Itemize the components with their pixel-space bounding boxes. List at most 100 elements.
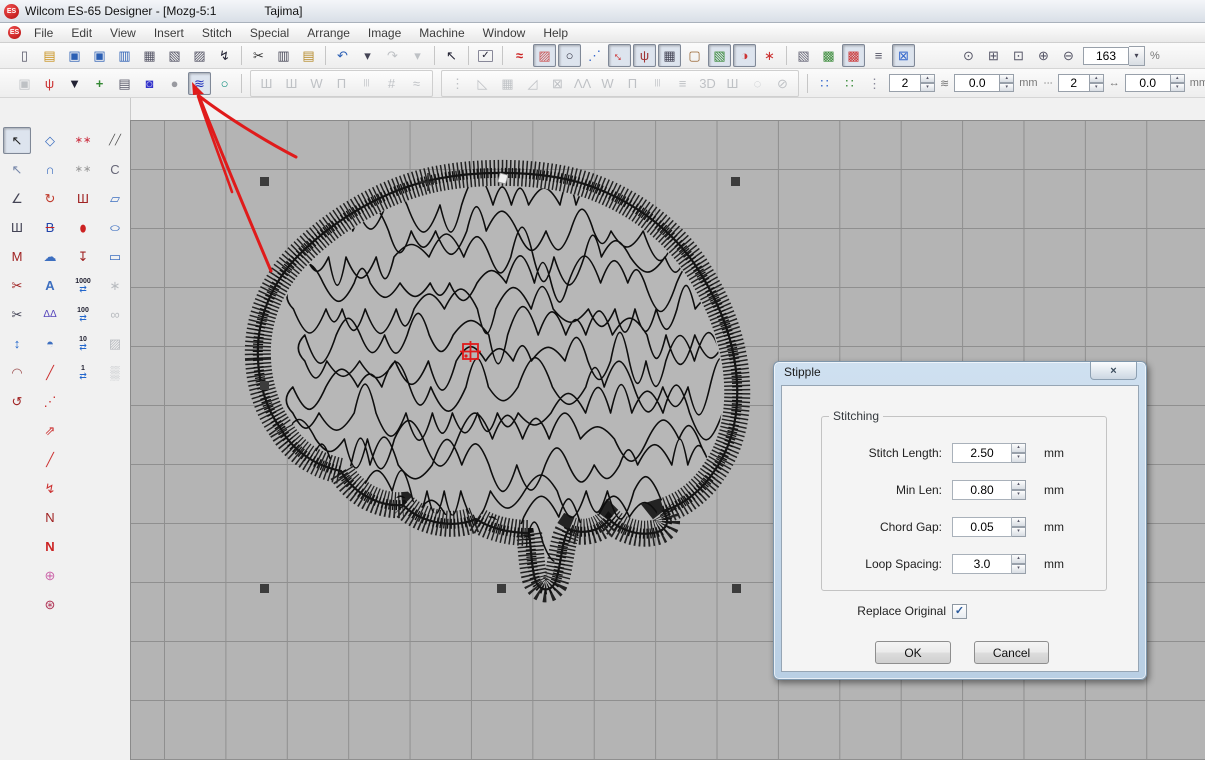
graded-arrow-button[interactable]: ↔ (608, 44, 631, 67)
loop-spacing-input[interactable] (952, 554, 1012, 574)
stitch-spacing-input[interactable]: ▴▾ (954, 74, 1014, 92)
fill-hatch-button[interactable]: ▨ (533, 44, 556, 67)
stem-stitch-tool[interactable]: ╱ (36, 446, 64, 473)
close-icon[interactable]: × (1090, 362, 1137, 380)
add-node-button[interactable]: + (88, 72, 111, 95)
density-button[interactable]: ≡ (867, 44, 890, 67)
open-path-digitize-tool[interactable]: ∠ (3, 185, 31, 212)
lettering-off-tool[interactable]: B (36, 214, 64, 241)
repeat-count-input[interactable]: ▴▾ (1058, 74, 1104, 92)
stitch-to-machine-button[interactable]: ▨ (188, 44, 211, 67)
ellipse-tool[interactable]: ○ (101, 214, 129, 241)
cut-button[interactable]: ✂ (247, 44, 270, 67)
run-stitch-tool[interactable]: ╱ (36, 359, 64, 386)
parallel-template-tool[interactable]: ╱╱ (101, 127, 129, 154)
machine-connect-button[interactable]: ↯ (213, 44, 236, 67)
rotate-copy-tool[interactable]: ↻ (36, 185, 64, 212)
thread-colors-button[interactable]: ▩ (817, 44, 840, 67)
chord-gap-input[interactable] (952, 517, 1012, 537)
cut-needle-tool[interactable]: ✂ (3, 301, 31, 328)
stitch-width-input-spinner[interactable]: ▴▾ (1171, 74, 1185, 92)
satin-sample-button[interactable]: ≈ (508, 44, 531, 67)
hoop-shape-tool[interactable]: ☁ (36, 243, 64, 270)
repeat-count-input-spinner[interactable]: ▴▾ (1090, 74, 1104, 92)
offset-fill-button[interactable]: ◙ (138, 72, 161, 95)
min-len-input[interactable] (952, 480, 1012, 500)
cut-stitches-tool[interactable]: ✂ (3, 272, 31, 299)
menu-window[interactable]: Window (474, 25, 535, 41)
menu-special[interactable]: Special (241, 25, 298, 41)
mirror-flowers-gray-tool[interactable]: ∗∗ (69, 156, 97, 183)
stitch-length-spinner[interactable]: ▴▾ (1012, 443, 1026, 463)
spacing-manual-button[interactable]: ∷ (838, 72, 861, 95)
replace-original-checkbox[interactable]: ✓ (952, 604, 967, 619)
stitch-spacing-input[interactable] (954, 74, 1000, 92)
scale-1000-tool[interactable]: 1000⇄ (69, 272, 97, 299)
mirror-flowers-tool[interactable]: ∗∗ (69, 127, 97, 154)
menu-image[interactable]: Image (359, 25, 410, 41)
outline-view-button[interactable]: ○ (558, 44, 581, 67)
chain-stitch-tool[interactable]: ⋰ (36, 388, 64, 415)
stitch-width-input[interactable]: ▴▾ (1125, 74, 1185, 92)
spacing-auto-button[interactable]: ∷ (813, 72, 836, 95)
stipple-fill-button[interactable]: ≋ (188, 72, 211, 95)
scale-1-tool[interactable]: 1⇄ (69, 359, 97, 386)
orbit-ellipse-tool[interactable]: ↺ (3, 388, 31, 415)
toolbar-separator[interactable]: ⋮◺▦◿⊠ΛΛWΠ|||≡3DШ◌⊘ (441, 70, 799, 97)
column-n-path-tool[interactable]: N (36, 533, 64, 560)
zoom-level-input[interactable] (1083, 47, 1129, 65)
auto-apply-button[interactable]: ✓ (474, 44, 497, 67)
copy-button[interactable]: ▥ (272, 44, 295, 67)
undo-button[interactable]: ↶ (331, 44, 354, 67)
menu-file[interactable]: File (25, 25, 62, 41)
selection-handle[interactable] (260, 584, 269, 593)
more-options-button[interactable]: ⋮ (863, 72, 886, 95)
zoom-find-button[interactable]: ⊙ (957, 44, 980, 67)
selection-handle[interactable] (260, 381, 269, 390)
dots-view-button[interactable]: ⋰ (583, 44, 606, 67)
needle-points-button[interactable]: ψ (633, 44, 656, 67)
freehand-select-tool[interactable]: ↖ (3, 156, 31, 183)
stitch-width-input[interactable] (1125, 74, 1171, 92)
zigzag-run-tool[interactable]: Ш (3, 214, 31, 241)
polygon-select-button[interactable]: ↖ (440, 44, 463, 67)
penetration-tool[interactable]: ↧ (69, 243, 97, 270)
min-len-spinner[interactable]: ▴▾ (1012, 480, 1026, 500)
print-preview-button[interactable]: ▧ (163, 44, 186, 67)
print-button[interactable]: ▦ (138, 44, 161, 67)
needle-exit-button[interactable]: ▼ (63, 72, 86, 95)
stitch-length-input[interactable] (952, 443, 1012, 463)
menu-stitch[interactable]: Stitch (193, 25, 241, 41)
reshape-outline-tool[interactable]: ∩ (36, 156, 64, 183)
selection-handle[interactable] (731, 177, 740, 186)
sequence-list-button[interactable]: ▤ (113, 72, 136, 95)
open-n-path-tool[interactable]: N (36, 504, 64, 531)
zoom-level-input[interactable]: ▾ (1083, 46, 1145, 66)
chord-gap-spinner[interactable]: ▴▾ (1012, 517, 1026, 537)
stitch-values-tool[interactable]: M (3, 243, 31, 270)
cancel-button[interactable]: Cancel (974, 641, 1049, 664)
show-flowers-button[interactable]: ∗ (758, 44, 781, 67)
reshape-tool[interactable]: ◇ (36, 127, 64, 154)
needle-entry-button[interactable]: ψ (38, 72, 61, 95)
select-tool[interactable]: ↖ (3, 127, 31, 154)
menu-arrange[interactable]: Arrange (298, 25, 359, 41)
menu-view[interactable]: View (101, 25, 145, 41)
file-save-button[interactable]: ▣ (63, 44, 86, 67)
save-to-machine-button[interactable]: ▣ (88, 44, 111, 67)
show-grid-button[interactable]: ▦ (658, 44, 681, 67)
arc-template-tool[interactable]: C (101, 156, 129, 183)
star-circle-tool[interactable]: ⊕ (36, 562, 64, 589)
export-machine-file-button[interactable]: ▥ (113, 44, 136, 67)
ok-button[interactable]: OK (875, 641, 951, 664)
wheel-tool[interactable]: ⊛ (36, 591, 64, 618)
file-open-button[interactable]: ▤ (38, 44, 61, 67)
stitch-count-input-spinner[interactable]: ▴▾ (921, 74, 935, 92)
lettering-tool[interactable]: A (36, 272, 64, 299)
stitch-spacing-input-spinner[interactable]: ▴▾ (1000, 74, 1014, 92)
repeat-count-input[interactable] (1058, 74, 1090, 92)
mirror-figures-tool[interactable]: ΔΔ (36, 301, 64, 328)
measure-tool[interactable]: ↕ (3, 330, 31, 357)
zoom-out-button[interactable]: ⊖ (1057, 44, 1080, 67)
selection-handle[interactable] (260, 177, 269, 186)
